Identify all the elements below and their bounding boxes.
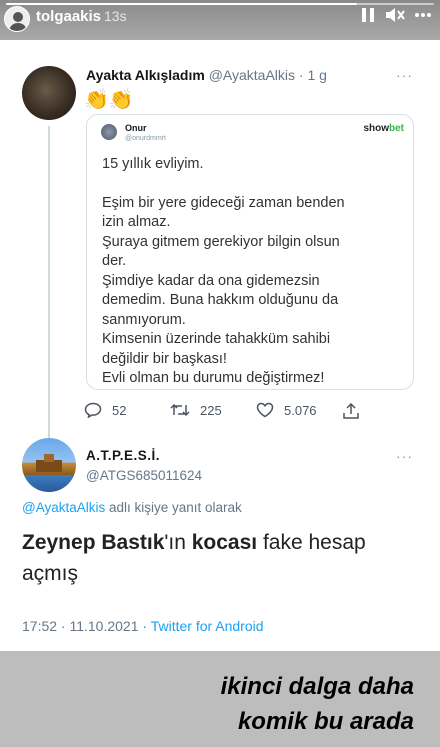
reply-context: @AyaktaAlkis adlı kişiye yanıt olarak [22, 500, 242, 515]
tweet1-handle[interactable]: @AyaktaAlkis [209, 67, 295, 83]
like-icon [256, 402, 274, 418]
retweet-count: 225 [200, 402, 222, 418]
source-link[interactable]: Twitter for Android [151, 618, 264, 634]
story-avatar[interactable] [4, 6, 30, 32]
quoted-text: 15 yıllık evliyim. Eşim bir yere gideceğ… [102, 156, 345, 386]
like-count: 5.076 [284, 402, 317, 418]
reply-button[interactable]: 52 [84, 402, 126, 418]
tweet2-more-icon[interactable]: ··· [396, 448, 413, 464]
tweet2-avatar[interactable] [22, 438, 76, 492]
retweet-button[interactable]: 225 [170, 402, 222, 418]
quoted-name: Onur [125, 123, 147, 133]
tweet1-more-icon[interactable]: ··· [396, 67, 413, 83]
pause-icon[interactable] [360, 6, 376, 29]
quoted-avatar [101, 124, 117, 140]
story-progress-bar [6, 3, 434, 5]
showbet-logo: showbet [363, 123, 404, 134]
story-time: 13s [104, 8, 127, 24]
like-button[interactable]: 5.076 [256, 402, 317, 418]
story-progress-fill [6, 3, 357, 5]
share-icon [343, 402, 359, 419]
clapping-hands-emoji: 👏👏 [84, 89, 134, 111]
tweet2-handle[interactable]: @ATGS685011624 [86, 468, 202, 483]
tweet2-text: Zeynep Bastık'ın kocası fake hesap açmış [22, 531, 366, 585]
tweet-card: Ayakta Alkışladım @AyaktaAlkis · 1 g ···… [0, 40, 440, 651]
tweet1-avatar[interactable] [22, 66, 76, 120]
reply-count: 52 [112, 402, 127, 418]
tweet1-name[interactable]: Ayakta Alkışladım [86, 67, 205, 83]
quoted-handle: @onurdmmrt [125, 135, 166, 142]
tweet2-name[interactable]: A.T.P.E.S.İ. [86, 448, 160, 463]
more-icon[interactable] [414, 6, 432, 29]
tweet1-header: Ayakta Alkışladım @AyaktaAlkis · 1 g [86, 67, 327, 83]
reply-mention-link[interactable]: @AyaktaAlkis [22, 500, 105, 515]
tweet2-timestamp: 17:52 · 11.10.2021 · Twitter for Android [22, 618, 264, 634]
thread-line [48, 126, 50, 478]
reply-icon [84, 402, 102, 418]
story-header: tolgaakis 13s [0, 0, 440, 40]
story-caption: ikinci dalga daha komik bu arada [220, 673, 414, 735]
retweet-icon [170, 403, 190, 417]
mute-icon[interactable] [384, 6, 406, 29]
story-username[interactable]: tolgaakis [36, 8, 101, 25]
tweet1-age: · 1 g [298, 67, 327, 83]
quoted-image[interactable]: Onur @onurdmmrt showbet 15 yıllık evliyi… [86, 114, 414, 390]
share-button[interactable] [342, 402, 370, 420]
